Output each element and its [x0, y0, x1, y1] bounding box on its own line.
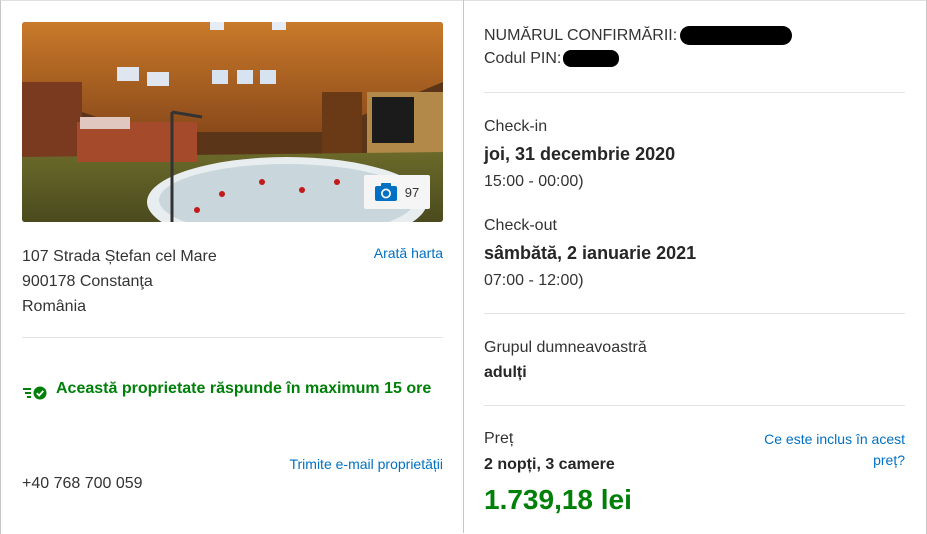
checkin-date: joi, 31 decembrie 2020 [484, 144, 676, 164]
address-street: 107 Strada Ștefan cel Mare [22, 248, 217, 265]
checkout-time: 07:00 - 12:00) [484, 272, 584, 289]
checkin-time: 15:00 - 00:00) [484, 173, 584, 190]
property-photo[interactable]: 97 [22, 22, 443, 222]
photo-count: 97 [404, 184, 420, 200]
price-details: 2 nopți, 3 camere [484, 456, 615, 473]
pin-code-redacted [563, 50, 620, 67]
email-property-link[interactable]: Trimite e-mail proprietății [289, 456, 443, 472]
divider [484, 405, 905, 406]
checkin-label: Check-in [484, 118, 548, 135]
divider [22, 337, 443, 338]
confirmation-info: NUMĂRUL CONFIRMĂRII: Codul PIN: [484, 24, 793, 70]
divider [484, 92, 905, 93]
address-city: 900178 Constanţa [22, 273, 153, 290]
photo-count-button[interactable]: 97 [364, 175, 430, 209]
confirmation-number-redacted [680, 26, 793, 45]
property-address: 107 Strada Ștefan cel Mare 900178 Consta… [22, 244, 217, 319]
camera-icon [374, 183, 397, 201]
divider [484, 313, 905, 314]
checkout-label: Check-out [484, 217, 557, 234]
column-divider [463, 0, 464, 533]
property-phone: +40 768 700 059 [22, 475, 143, 492]
checkout-date: sâmbătă, 2 ianuarie 2021 [484, 243, 697, 263]
total-price: 1.739,18 lei [484, 484, 632, 515]
address-country: România [22, 298, 87, 315]
group-value: adulți [484, 364, 527, 381]
confirmation-number-label: NUMĂRUL CONFIRMĂRII: [484, 27, 678, 44]
response-time-notice: Această proprietate răspunde în maximum … [22, 376, 443, 406]
price-includes-link[interactable]: Ce este inclus în acest preț? [745, 429, 905, 471]
show-map-link[interactable]: Arată harta [374, 245, 443, 261]
response-time-check-icon [23, 386, 47, 400]
group-label: Grupul dumneavoastră [484, 339, 647, 356]
pin-label: Codul PIN: [484, 50, 562, 67]
price-label: Preț [484, 430, 514, 447]
response-time-text: Această proprietate răspunde în maximum … [56, 380, 432, 397]
